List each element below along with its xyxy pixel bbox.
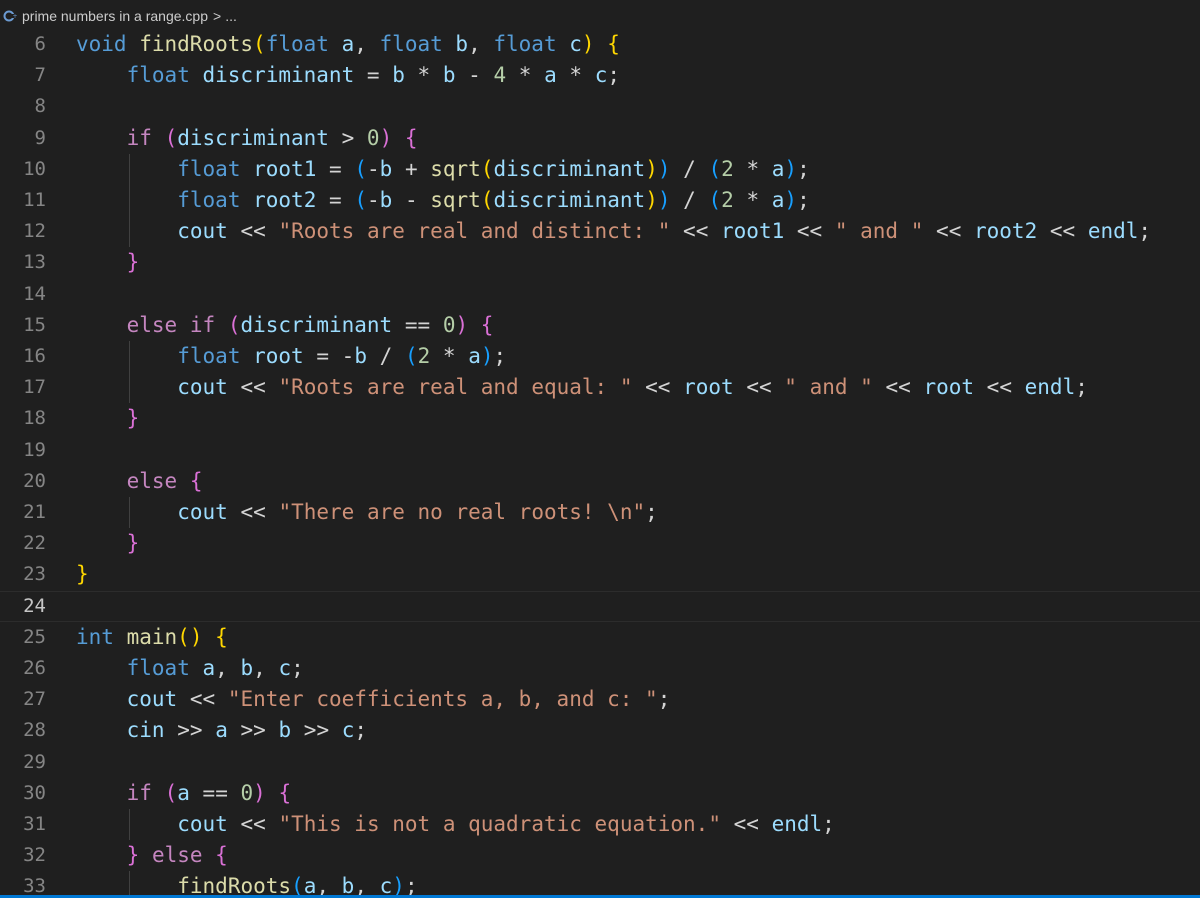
code-text: if (discriminant > 0) {	[126, 125, 418, 150]
code-text: float a, b, c;	[126, 656, 304, 680]
code-text: int main() {	[76, 624, 228, 649]
indent-guide	[128, 216, 130, 248]
indent-guide	[128, 185, 130, 217]
code-text: }	[126, 531, 140, 556]
code-line[interactable]: 23}	[0, 559, 1200, 590]
code-editor[interactable]: 6 void findRoots(float a, float b, float …	[0, 29, 1200, 898]
line-number: 24	[23, 594, 46, 617]
code-line[interactable]: 29	[0, 747, 1200, 778]
line-number: 25	[23, 625, 46, 648]
line-number: 28	[23, 719, 46, 742]
indent-guide	[128, 153, 130, 185]
line-number: 13	[23, 251, 46, 274]
line-number: 26	[23, 657, 46, 679]
line-number: 33	[23, 875, 46, 898]
code-text: float root1 = (-b + sqrt(discriminant)) …	[177, 156, 810, 181]
line-number: 32	[23, 844, 46, 867]
line-number: 14	[23, 282, 46, 305]
line-number: 17	[23, 376, 46, 399]
line-number: 23	[23, 563, 46, 586]
line-number: 21	[23, 501, 46, 523]
code-line[interactable]: 16 float root = -b / (2 * a);	[0, 341, 1200, 373]
line-number: 30	[23, 781, 46, 804]
code-line[interactable]: 25 int main() {	[0, 622, 1200, 653]
code-text: float root = -b / (2 * a);	[177, 344, 507, 368]
code-line[interactable]: 21 cout << "There are no real roots! \n"…	[0, 497, 1200, 529]
code-line[interactable]: 26 float a, b, c;	[0, 653, 1200, 684]
line-number: 29	[23, 750, 46, 773]
line-number: 16	[23, 345, 46, 367]
code-line[interactable]: 28 cin >> a >> b >> c;	[0, 715, 1200, 746]
code-line[interactable]: 13 }	[0, 247, 1200, 278]
code-line[interactable]: 8	[0, 91, 1200, 122]
line-number: 7	[34, 64, 46, 87]
code-text: cout << "This is not a quadratic equatio…	[177, 812, 835, 836]
code-line[interactable]: 30 if (a == 0) {	[0, 778, 1200, 809]
code-text: cin >> a >> b >> c;	[126, 718, 368, 743]
code-line[interactable]: 27 cout << "Enter coefficients a, b, and…	[0, 684, 1200, 715]
code-text: else if (discriminant == 0) {	[126, 312, 494, 337]
line-number: 11	[23, 189, 46, 211]
svg-text:+: +	[13, 13, 18, 20]
code-line[interactable]: 19	[0, 435, 1200, 466]
code-line[interactable]: 12 cout << "Roots are real and distinct:…	[0, 216, 1200, 248]
line-number: 10	[23, 157, 46, 180]
code-line[interactable]: 33 findRoots(a, b, c);	[0, 871, 1200, 898]
line-number: 27	[23, 688, 46, 711]
code-text: cout << "Enter coefficients a, b, and c:…	[126, 687, 671, 712]
breadcrumb-file-name[interactable]: prime numbers in a range.cpp	[22, 8, 208, 24]
indent-guide	[128, 372, 130, 404]
code-line[interactable]: 15 else if (discriminant == 0) {	[0, 310, 1200, 341]
code-text: }	[126, 250, 140, 275]
code-text: void findRoots(float a, float b, float c…	[76, 32, 620, 56]
breadcrumb-more[interactable]: ...	[225, 8, 237, 24]
indent-guide	[128, 497, 130, 529]
code-line[interactable]: 17 cout << "Roots are real and equal: " …	[0, 372, 1200, 404]
code-text: findRoots(a, b, c);	[177, 874, 418, 898]
code-line[interactable]: 20 else {	[0, 466, 1200, 497]
indent-guide	[128, 809, 130, 841]
code-line[interactable]: 18 }	[0, 403, 1200, 434]
code-line[interactable]: 32 } else {	[0, 840, 1200, 871]
line-number: 15	[23, 313, 46, 336]
code-line[interactable]: 10 float root1 = (-b + sqrt(discriminant…	[0, 153, 1200, 185]
code-text: }	[76, 562, 89, 587]
breadcrumb-separator: >	[213, 8, 222, 24]
code-line[interactable]: 9 if (discriminant > 0) {	[0, 123, 1200, 154]
code-text: if (a == 0) {	[126, 780, 292, 805]
line-number: 6	[34, 33, 46, 55]
indent-guide	[128, 341, 130, 373]
code-text: } else {	[126, 843, 228, 868]
code-text: else {	[126, 468, 203, 493]
code-line[interactable]: 22 }	[0, 528, 1200, 559]
code-line[interactable]: 11 float root2 = (-b - sqrt(discriminant…	[0, 185, 1200, 217]
code-editor-window: + prime numbers in a range.cpp > ... 6 vo…	[0, 0, 1200, 898]
code-line[interactable]: 24	[0, 590, 1200, 622]
indent-guide	[128, 871, 130, 898]
line-number: 20	[23, 469, 46, 492]
code-text: }	[126, 406, 140, 431]
line-number: 18	[23, 407, 46, 430]
breadcrumb: + prime numbers in a range.cpp > ...	[0, 0, 1200, 32]
code-line[interactable]: 6 void findRoots(float a, float b, float …	[0, 29, 1200, 60]
code-text: cout << "Roots are real and distinct: " …	[177, 219, 1152, 244]
line-number: 9	[34, 126, 46, 149]
line-number: 8	[34, 95, 46, 118]
line-number: 22	[23, 532, 46, 555]
code-text: float root2 = (-b - sqrt(discriminant)) …	[177, 188, 810, 212]
line-number: 19	[23, 438, 46, 461]
code-text: float discriminant = b * b - 4 * a * c;	[126, 63, 620, 88]
cpp-file-icon[interactable]: +	[2, 8, 18, 24]
line-number: 12	[23, 220, 46, 243]
code-text: cout << "There are no real roots! \n";	[177, 500, 658, 524]
code-text: cout << "Roots are real and equal: " << …	[177, 375, 1088, 400]
code-line[interactable]: 31 cout << "This is not a quadratic equa…	[0, 809, 1200, 841]
code-line[interactable]: 14	[0, 279, 1200, 310]
code-line[interactable]: 7 float discriminant = b * b - 4 * a * c…	[0, 60, 1200, 91]
line-number: 31	[23, 813, 46, 835]
